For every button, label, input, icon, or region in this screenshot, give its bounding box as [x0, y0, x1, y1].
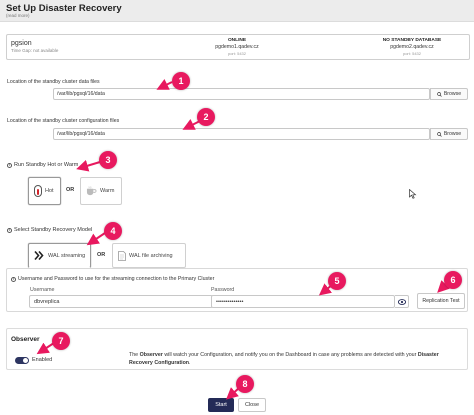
annotation-badge-1: 1: [172, 72, 190, 90]
start-button[interactable]: Start: [208, 398, 234, 412]
standby-port: port: 5432: [402, 51, 421, 56]
config-files-input[interactable]: [53, 128, 430, 140]
annotation-arrow-3: [76, 159, 101, 172]
data-files-browse-button[interactable]: Browse: [430, 88, 468, 100]
annotation-badge-3: 3: [99, 151, 117, 169]
observer-toggle[interactable]: [15, 357, 29, 364]
standby-mode-title-text: Run Standby Hot or Warm: [14, 162, 79, 168]
annotation-badge-7: 7: [52, 332, 70, 350]
hot-option-card[interactable]: Hot: [28, 177, 61, 205]
or-separator: OR: [66, 187, 75, 193]
warm-option-card[interactable]: Warm: [80, 177, 122, 205]
data-files-input[interactable]: [53, 88, 430, 100]
info-icon: i: [7, 227, 12, 233]
or-separator: OR: [97, 252, 106, 258]
browse-label: Browse: [443, 131, 462, 137]
standby-status: NO STANDBY DATABASE: [382, 38, 442, 43]
username-input[interactable]: [29, 295, 213, 308]
warm-label: Warm: [100, 188, 115, 194]
streaming-description: i Username and Password to use for the s…: [11, 276, 214, 282]
password-input[interactable]: [211, 295, 395, 308]
hot-label: Hot: [45, 188, 54, 194]
standby-mode-title: i Run Standby Hot or Warm: [7, 162, 78, 168]
config-files-browse-button[interactable]: Browse: [430, 128, 468, 140]
online-port: port: 5432: [227, 51, 246, 56]
online-host: pgdemo1.qadev.cz: [215, 44, 259, 50]
observer-desc-middle: will watch your Configuration, and notif…: [162, 352, 418, 358]
wal-archiving-label: WAL file archiving: [129, 252, 173, 259]
file-icon: [118, 250, 126, 261]
close-button[interactable]: Close: [238, 398, 266, 412]
annotation-badge-5: 5: [328, 272, 346, 290]
mouse-cursor-icon: [409, 189, 417, 199]
read-more-link[interactable]: (read more): [6, 13, 30, 18]
show-password-button[interactable]: [395, 295, 409, 308]
observer-description: The Observer will watch your Configurati…: [129, 352, 459, 367]
data-files-label: Location of the standby cluster data fil…: [7, 79, 100, 85]
thermometer-icon: [34, 185, 42, 197]
replication-test-button[interactable]: Replication Test: [417, 293, 465, 309]
info-icon: i: [7, 162, 12, 168]
streaming-description-text: Username and Password to use for the str…: [18, 276, 215, 282]
observer-panel: Observer Enabled The Observer will watch…: [6, 328, 468, 370]
recovery-model-title: i Select Standby Recovery Model: [7, 227, 92, 233]
recovery-model-title-text: Select Standby Recovery Model: [14, 227, 93, 233]
search-icon: [437, 131, 442, 137]
wal-streaming-option-card[interactable]: WAL streaming: [28, 243, 91, 268]
eye-icon: [397, 298, 406, 305]
search-icon: [437, 91, 442, 97]
observer-toggle-label: Enabled: [32, 357, 53, 363]
browse-label: Browse: [443, 91, 462, 97]
observer-desc-prefix: The: [129, 352, 140, 358]
info-icon: i: [11, 276, 16, 282]
observer-desc-bold1: Observer: [139, 352, 163, 358]
cluster-name: pgsion: [11, 40, 32, 47]
streaming-credentials-panel: i Username and Password to use for the s…: [6, 268, 468, 312]
wal-archiving-option-card[interactable]: WAL file archiving: [112, 243, 186, 268]
config-files-label: Location of the standby cluster configur…: [7, 118, 120, 124]
wal-streaming-label: WAL streaming: [48, 252, 86, 259]
password-label: Password: [211, 287, 235, 293]
annotation-badge-8: 8: [236, 375, 254, 393]
standby-host: pgdemo2.qadev.cz: [390, 44, 434, 50]
annotation-badge-4: 4: [104, 222, 122, 240]
annotation-arrow-4: [86, 232, 106, 246]
observer-title: Observer: [11, 336, 40, 343]
time-gap-text: Time Gap: not available: [11, 48, 59, 53]
annotation-badge-2: 2: [197, 108, 215, 126]
online-status: ONLINE: [227, 38, 247, 43]
dialog-header: Set Up Disaster Recovery (read more): [0, 0, 474, 22]
double-chevron-right-icon: [34, 251, 44, 260]
cluster-info-box: pgsion Time Gap: not available ONLINE pg…: [6, 34, 470, 60]
online-node: ONLINE pgdemo1.qadev.cz port: 5432: [192, 38, 282, 56]
coffee-cup-icon: [86, 186, 97, 196]
annotation-badge-6: 6: [444, 271, 462, 289]
observer-desc-suffix: .: [189, 359, 191, 366]
username-label: Username: [30, 287, 55, 293]
standby-node: NO STANDBY DATABASE pgdemo2.qadev.cz por…: [367, 38, 457, 56]
